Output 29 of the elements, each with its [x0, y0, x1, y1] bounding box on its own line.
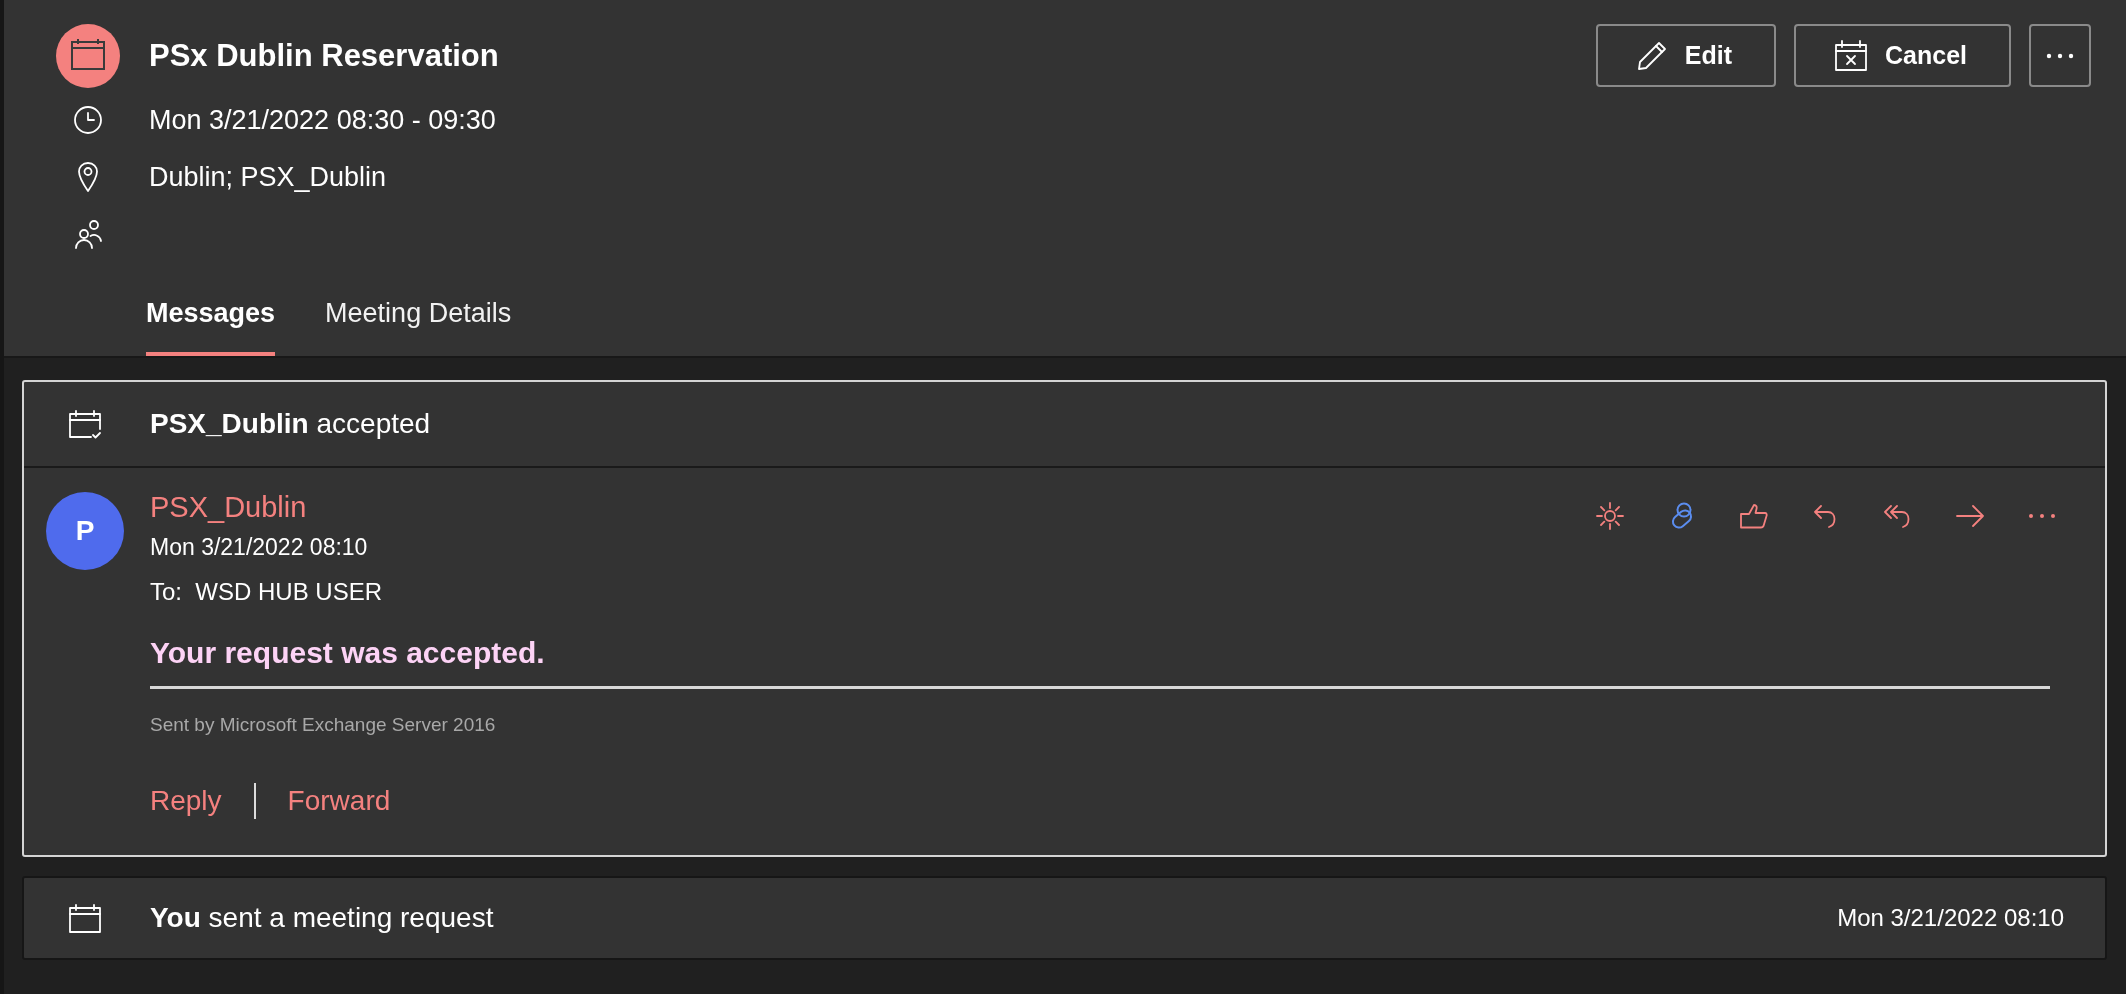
- message-summary: You sent a meeting request: [150, 901, 495, 935]
- sender-name: PSX_Dublin: [150, 490, 308, 525]
- calendar-check-icon: [67, 408, 103, 440]
- tab[interactable]: Messages: [146, 295, 276, 356]
- location-pin-icon: [76, 161, 100, 193]
- message-date: Mon 3/21/2022 08:10: [150, 533, 369, 562]
- event-time: Mon 3/21/2022 08:30 - 09:30: [149, 104, 496, 137]
- avatar: P: [46, 492, 124, 570]
- calendar-icon: [56, 24, 120, 88]
- people-icon: [72, 218, 104, 250]
- message-heading: Your request was accepted.: [150, 635, 546, 671]
- event-title: PSx Dublin Reservation: [149, 37, 499, 75]
- cancel-button[interactable]: Cancel: [1794, 24, 2011, 87]
- event-location: Dublin; PSX_Dublin: [149, 161, 387, 194]
- message-link[interactable]: Reply: [150, 782, 222, 820]
- message-link[interactable]: Forward: [287, 782, 391, 820]
- calendar-x-icon: [1834, 39, 1868, 72]
- tab[interactable]: Meeting Details: [325, 295, 512, 356]
- sun-icon[interactable]: [1594, 500, 1626, 532]
- pencil-icon: [1635, 39, 1668, 72]
- recipient-line: To: WSD HUB USER: [150, 577, 384, 607]
- message-summary: PSX_Dublin accepted: [150, 407, 432, 441]
- more-button[interactable]: [2029, 24, 2091, 87]
- footer-note: Sent by Microsoft Exchange Server 2016: [150, 713, 497, 737]
- edit-button[interactable]: Edit: [1595, 24, 1776, 87]
- clock-icon: [73, 105, 103, 135]
- calendar-icon: [67, 902, 103, 934]
- message-date: Mon 3/21/2022 08:10: [1837, 903, 2064, 933]
- more-icon: [2046, 52, 2074, 59]
